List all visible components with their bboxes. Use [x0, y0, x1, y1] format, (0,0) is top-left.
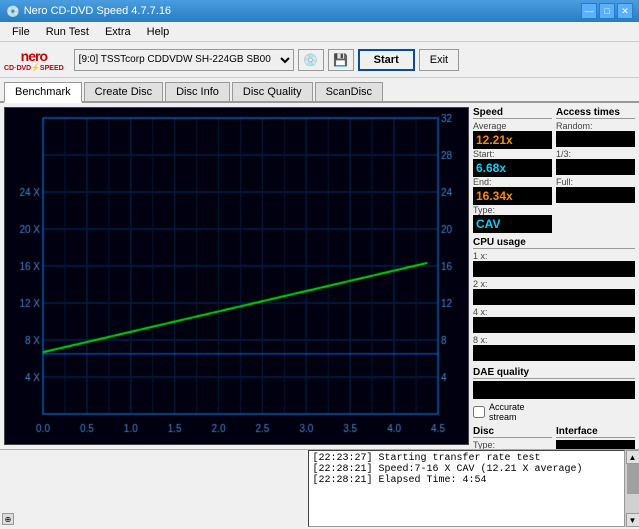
cpu-1x-value	[473, 261, 635, 277]
log-area: ⊕ [22:23:27] Starting transfer rate test…	[0, 449, 639, 527]
random-label: Random:	[556, 121, 635, 131]
accurate-stream-label: Accuratestream	[489, 402, 525, 422]
cpu-title: CPU usage	[473, 237, 635, 249]
log-text: [22:23:27] Starting transfer rate test […	[308, 450, 626, 527]
logo: nero CD·DVD⚡SPEED	[4, 48, 64, 72]
cpu-8x-label: 8 x:	[473, 335, 635, 345]
disc-section: Disc Type: DVD-R Length: 4.38 GB	[473, 426, 552, 449]
cpu-4x-value	[473, 317, 635, 333]
disc-type-label: Type:	[473, 440, 552, 449]
access-section: Access times Random: 1/3: Full:	[556, 107, 635, 233]
dae-title: DAE quality	[473, 367, 635, 379]
right-panel: Speed Average 12.21x Start: 6.68x End: 1…	[473, 107, 635, 445]
tab-scandisc[interactable]: ScanDisc	[315, 82, 383, 101]
transfer-rate-chart	[5, 108, 468, 444]
tab-createdisc[interactable]: Create Disc	[84, 82, 163, 101]
close-button[interactable]: ✕	[617, 3, 633, 19]
chart-area	[4, 107, 469, 445]
tab-benchmark[interactable]: Benchmark	[4, 82, 82, 103]
cpu-section: CPU usage 1 x: 2 x: 4 x: 8 x:	[473, 237, 635, 363]
drive-selector[interactable]: [9:0] TSSTcorp CDDVDW SH-224GB SB00	[74, 49, 294, 71]
menu-help[interactable]: Help	[139, 24, 178, 40]
tab-bar: Benchmark Create Disc Disc Info Disc Qua…	[0, 78, 639, 103]
cpu-2x-value	[473, 289, 635, 305]
cpu-2x-label: 2 x:	[473, 279, 635, 289]
titlebar: 💿 Nero CD-DVD Speed 4.7.7.16 — □ ✕	[0, 0, 639, 22]
speed-title: Speed	[473, 107, 552, 119]
access-title: Access times	[556, 107, 635, 119]
titlebar-left: 💿 Nero CD-DVD Speed 4.7.7.16	[6, 5, 171, 18]
titlebar-controls[interactable]: — □ ✕	[581, 3, 633, 19]
random-value-box	[556, 131, 635, 147]
log-entry-1: [22:28:21] Speed:7-16 X CAV (12.21 X ave…	[313, 464, 621, 475]
onethird-value-box	[556, 159, 635, 175]
disc-title: Disc	[473, 426, 552, 438]
app-icon: 💿	[6, 5, 20, 18]
cpu-1x-label: 1 x:	[473, 251, 635, 261]
maximize-button[interactable]: □	[599, 3, 615, 19]
dae-value-box	[473, 381, 635, 399]
log-entry-0: [22:23:27] Starting transfer rate test	[313, 453, 621, 464]
interface-value-box	[556, 440, 635, 449]
interface-title: Interface	[556, 426, 635, 438]
menu-extra[interactable]: Extra	[97, 24, 139, 40]
average-label: Average	[473, 121, 552, 131]
logo-nero: nero	[21, 48, 47, 64]
log-expand-button[interactable]: ⊕	[2, 513, 14, 525]
scroll-up-button[interactable]: ▲	[626, 450, 639, 464]
start-button[interactable]: Start	[358, 49, 415, 71]
log-container: ⊕ [22:23:27] Starting transfer rate test…	[0, 450, 639, 527]
tab-discinfo[interactable]: Disc Info	[165, 82, 230, 101]
cpu-8x-value	[473, 345, 635, 361]
tab-discquality[interactable]: Disc Quality	[232, 82, 313, 101]
scroll-track	[626, 464, 639, 513]
dae-section: DAE quality Accuratestream	[473, 367, 635, 422]
interface-section: Interface Burst rate:	[556, 426, 635, 449]
full-label: Full:	[556, 177, 635, 187]
scroll-thumb[interactable]	[627, 464, 639, 494]
disc-interface-section: Disc Type: DVD-R Length: 4.38 GB Interfa…	[473, 426, 635, 449]
start-label: Start:	[473, 149, 552, 159]
menu-runtest[interactable]: Run Test	[38, 24, 97, 40]
average-value: 12.21x	[473, 131, 552, 149]
end-label: End:	[473, 177, 552, 187]
full-value-box	[556, 187, 635, 203]
exit-button[interactable]: Exit	[419, 49, 459, 71]
start-value: 6.68x	[473, 159, 552, 177]
speed-section: Speed Average 12.21x Start: 6.68x End: 1…	[473, 107, 552, 233]
app-title: Nero CD-DVD Speed 4.7.7.16	[24, 5, 171, 17]
scroll-down-button[interactable]: ▼	[626, 513, 639, 527]
log-entry-2: [22:28:21] Elapsed Time: 4:54	[313, 475, 621, 486]
accurate-stream-checkbox[interactable]	[473, 406, 485, 418]
menubar: File Run Test Extra Help	[0, 22, 639, 42]
cpu-4x-label: 4 x:	[473, 307, 635, 317]
type-label: Type:	[473, 205, 552, 215]
log-scrollbar[interactable]: ▲ ▼	[625, 450, 639, 527]
disc-icon-button[interactable]: 💿	[298, 49, 324, 71]
onethird-label: 1/3:	[556, 149, 635, 159]
type-value: CAV	[473, 215, 552, 233]
minimize-button[interactable]: —	[581, 3, 597, 19]
menu-file[interactable]: File	[4, 24, 38, 40]
logo-cdspeed: CD·DVD⚡SPEED	[4, 64, 64, 72]
end-value: 16.34x	[473, 187, 552, 205]
save-button[interactable]: 💾	[328, 49, 354, 71]
toolbar: nero CD·DVD⚡SPEED [9:0] TSSTcorp CDDVDW …	[0, 42, 639, 78]
